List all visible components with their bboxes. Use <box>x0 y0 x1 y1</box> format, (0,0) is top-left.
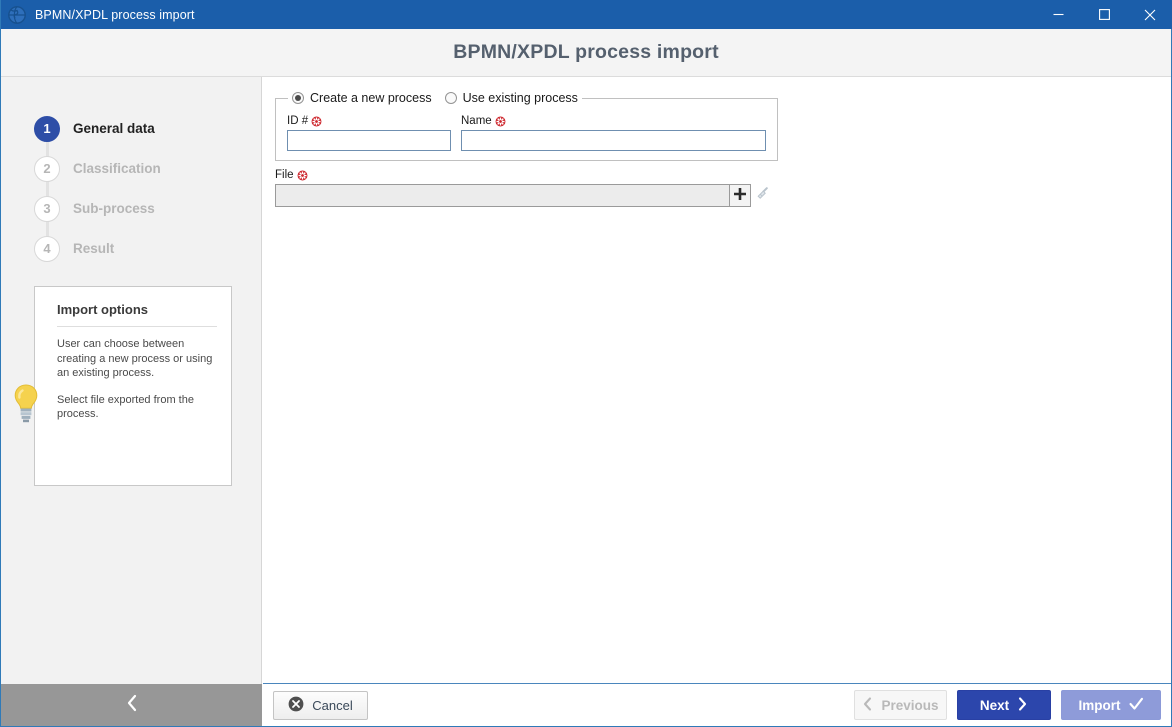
cancel-button[interactable]: Cancel <box>273 690 368 720</box>
minimize-button[interactable] <box>1035 0 1081 29</box>
wizard-footer: Cancel Previous Next Import <box>263 683 1171 726</box>
chevron-right-icon <box>1017 696 1028 714</box>
step-number-badge: 2 <box>34 155 60 182</box>
id-label-text: ID # <box>287 115 309 127</box>
footer-right-group: Previous Next Import <box>854 690 1161 720</box>
id-input[interactable] <box>287 130 451 151</box>
wizard-sidebar: 1 General data 2 Classification 3 Sub-pr… <box>1 77 262 726</box>
application-window: BPMN/XPDL process import BPMN/XPDL proce… <box>0 0 1172 727</box>
broom-icon <box>755 186 770 206</box>
name-field-group: Name <box>461 115 766 151</box>
tip-card: Import options User can choose between c… <box>34 286 232 486</box>
wizard-step-list: 1 General data 2 Classification 3 Sub-pr… <box>1 77 261 268</box>
chevron-left-icon <box>862 696 873 714</box>
required-marker-icon <box>311 116 322 126</box>
name-label-text: Name <box>461 115 492 127</box>
file-clear-button <box>751 184 773 207</box>
chevron-left-icon <box>125 694 139 717</box>
close-button[interactable] <box>1127 0 1172 29</box>
radio-create-new-process-label: Create a new process <box>310 91 432 105</box>
sidebar-step-sub-process[interactable]: 3 Sub-process <box>1 189 261 228</box>
maximize-button[interactable] <box>1081 0 1127 29</box>
tip-divider <box>57 326 217 327</box>
plus-icon <box>733 187 747 205</box>
required-marker-icon <box>297 170 307 180</box>
radio-use-existing-process[interactable]: Use existing process <box>444 91 578 105</box>
sidebar-step-classification[interactable]: 2 Classification <box>1 149 261 188</box>
check-icon <box>1128 697 1144 714</box>
step-number-badge: 1 <box>34 115 60 142</box>
id-field-label: ID # <box>287 115 451 127</box>
import-button-label: Import <box>1078 697 1121 713</box>
file-input-row <box>275 184 775 207</box>
tip-title: Import options <box>57 302 148 317</box>
window-title: BPMN/XPDL process import <box>35 7 195 22</box>
radio-create-new-process[interactable]: Create a new process <box>292 91 432 105</box>
sidebar-step-label: Sub-process <box>73 201 155 216</box>
import-button[interactable]: Import <box>1061 690 1161 720</box>
next-button[interactable]: Next <box>957 690 1051 720</box>
main-content: Create a new process Use existing proces… <box>263 77 1171 683</box>
id-field-group: ID # <box>287 115 451 151</box>
tip-paragraph-2: Select file exported from the process. <box>57 393 194 421</box>
step-number-badge: 4 <box>34 235 60 262</box>
file-input[interactable] <box>275 184 730 207</box>
footer-left-group: Cancel <box>273 690 368 720</box>
process-source-options: Create a new process Use existing proces… <box>288 91 582 105</box>
process-source-group: Create a new process Use existing proces… <box>275 91 778 161</box>
tip-panel: Import options User can choose between c… <box>14 286 232 486</box>
close-circle-icon <box>288 696 304 715</box>
process-fields-row: ID # Name <box>276 105 777 151</box>
file-field-group: File <box>275 169 775 207</box>
name-input[interactable] <box>461 130 766 151</box>
next-button-label: Next <box>979 697 1010 713</box>
page-header: BPMN/XPDL process import <box>1 29 1171 77</box>
sidebar-step-result[interactable]: 4 Result <box>1 229 261 268</box>
lightbulb-icon <box>11 382 41 431</box>
radio-use-existing-process-label: Use existing process <box>462 91 578 105</box>
previous-button[interactable]: Previous <box>854 690 947 720</box>
step-number-badge: 3 <box>34 195 60 222</box>
sidebar-collapse-button[interactable] <box>1 684 262 726</box>
sidebar-step-label: Classification <box>73 161 161 176</box>
radio-button-selected-icon <box>292 92 304 104</box>
sidebar-step-general-data[interactable]: 1 General data <box>1 109 261 148</box>
page-title: BPMN/XPDL process import <box>453 41 719 63</box>
previous-button-label: Previous <box>881 697 939 713</box>
cancel-button-label: Cancel <box>312 697 353 713</box>
radio-button-unselected-icon <box>444 92 457 104</box>
file-add-button[interactable] <box>730 184 751 207</box>
title-bar: BPMN/XPDL process import <box>1 0 1172 29</box>
tip-paragraph-1: User can choose between creating a new p… <box>57 338 213 379</box>
globe-icon <box>7 5 27 25</box>
name-field-label: Name <box>461 115 766 127</box>
file-label-text: File <box>275 169 294 181</box>
sidebar-step-label: Result <box>73 241 115 256</box>
sidebar-step-label: General data <box>73 121 155 136</box>
file-field-label: File <box>275 169 775 181</box>
required-marker-icon <box>495 116 506 126</box>
